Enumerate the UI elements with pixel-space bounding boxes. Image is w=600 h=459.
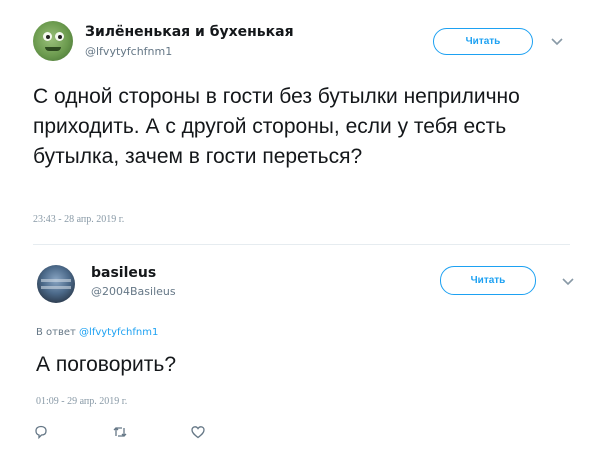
follow-button[interactable]: Читать — [433, 28, 533, 55]
avatar-detail — [41, 286, 71, 289]
avatar-pupil — [58, 35, 62, 39]
avatar-pupil — [46, 35, 50, 39]
tweet-timestamp[interactable]: 01:09 - 29 апр. 2019 г. — [36, 396, 127, 407]
avatar[interactable] — [33, 21, 73, 61]
follow-button[interactable]: Читать — [440, 266, 536, 295]
author-handle[interactable]: @lfvytyfchfnm1 — [85, 45, 172, 58]
reply-prefix: В ответ — [36, 327, 76, 338]
more-chevron-icon[interactable] — [551, 38, 563, 46]
reply-to-link[interactable]: @lfvytyfchfnm1 — [79, 327, 158, 338]
like-icon[interactable] — [190, 424, 206, 440]
divider — [33, 244, 570, 245]
reply-context: В ответ @lfvytyfchfnm1 — [36, 327, 158, 338]
author-name[interactable]: Зилёненькая и бухенькая — [85, 24, 294, 40]
avatar[interactable] — [37, 265, 75, 303]
tweet-timestamp[interactable]: 23:43 - 28 апр. 2019 г. — [33, 214, 124, 225]
tweet-text: А поговорить? — [36, 353, 177, 376]
avatar-mouth — [45, 47, 61, 51]
author-name[interactable]: basileus — [91, 265, 156, 281]
reply-icon[interactable] — [33, 424, 49, 440]
author-handle[interactable]: @2004Basileus — [91, 285, 176, 298]
retweet-icon[interactable] — [112, 424, 128, 440]
avatar-detail — [41, 279, 71, 282]
tweet-text: С одной стороны в гости без бутылки непр… — [33, 85, 520, 168]
more-chevron-icon[interactable] — [562, 278, 574, 286]
